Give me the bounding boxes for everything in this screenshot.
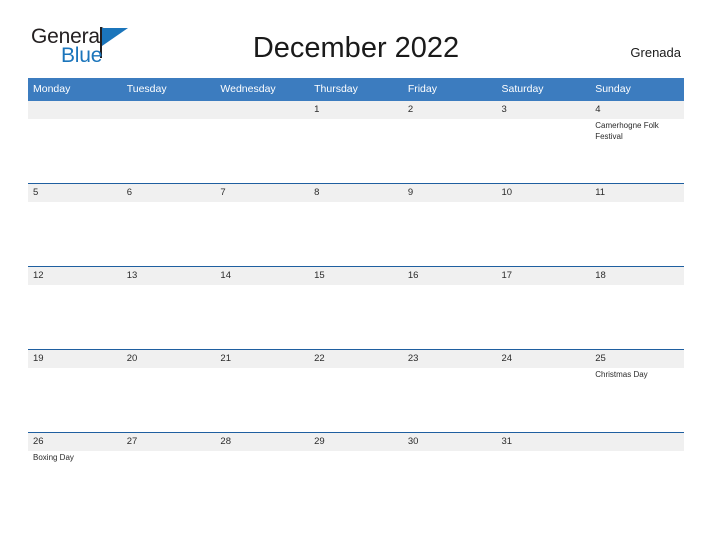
date-cell[interactable]: 13 <box>121 267 216 285</box>
event-cell[interactable] <box>402 119 497 183</box>
date-cell[interactable] <box>28 101 122 119</box>
day-header-thursday: Thursday <box>309 78 403 101</box>
event-cell[interactable] <box>309 368 403 432</box>
date-cell[interactable]: 19 <box>28 350 122 368</box>
date-cell[interactable]: 12 <box>28 267 122 285</box>
event-cell[interactable] <box>402 451 497 515</box>
week-3-date-row: 12 13 14 15 16 17 18 <box>28 267 684 285</box>
event-cell[interactable] <box>215 368 310 432</box>
event-cell[interactable] <box>121 451 216 515</box>
event-cell[interactable] <box>496 368 591 432</box>
event-cell[interactable] <box>121 202 216 266</box>
event-cell[interactable] <box>28 202 122 266</box>
date-cell[interactable]: 2 <box>402 101 497 119</box>
event-cell[interactable]: Christmas Day <box>590 368 684 432</box>
date-cell[interactable]: 1 <box>309 101 403 119</box>
date-cell[interactable]: 7 <box>215 184 310 202</box>
event-cell[interactable] <box>28 368 122 432</box>
date-cell[interactable]: 6 <box>121 184 216 202</box>
event-cell[interactable] <box>309 202 403 266</box>
event-cell[interactable] <box>496 451 591 515</box>
page-title: December 2022 <box>252 32 460 64</box>
event-cell[interactable] <box>402 285 497 349</box>
date-cell[interactable]: 5 <box>28 184 122 202</box>
week-4-event-row: Christmas Day <box>28 368 684 432</box>
date-cell[interactable]: 27 <box>121 433 216 451</box>
date-cell[interactable]: 9 <box>402 184 497 202</box>
date-cell[interactable]: 11 <box>590 184 684 202</box>
date-cell[interactable]: 20 <box>121 350 216 368</box>
date-cell[interactable]: 15 <box>309 267 403 285</box>
event-cell[interactable] <box>121 119 216 183</box>
date-cell[interactable]: 28 <box>215 433 310 451</box>
calendar-page: General Blue December 2022 Grenada Monda… <box>0 0 712 550</box>
event-cell[interactable] <box>402 368 497 432</box>
week-1-event-row: Camerhogne Folk Festival <box>28 119 684 183</box>
date-cell[interactable]: 30 <box>402 433 497 451</box>
event-cell[interactable] <box>590 202 684 266</box>
day-header-sunday: Sunday <box>590 78 684 101</box>
date-cell[interactable]: 23 <box>402 350 497 368</box>
date-cell[interactable]: 21 <box>215 350 310 368</box>
event-cell[interactable] <box>121 285 216 349</box>
day-header-saturday: Saturday <box>496 78 591 101</box>
date-cell[interactable]: 26 <box>28 433 122 451</box>
date-cell[interactable] <box>121 101 216 119</box>
event-cell[interactable] <box>309 285 403 349</box>
day-header-tuesday: Tuesday <box>121 78 216 101</box>
day-header-friday: Friday <box>402 78 497 101</box>
week-2-date-row: 5 6 7 8 9 10 11 <box>28 184 684 202</box>
event-cell[interactable] <box>215 202 310 266</box>
day-of-week-header-row: Monday Tuesday Wednesday Thursday Friday… <box>28 78 684 101</box>
date-cell[interactable]: 25 <box>590 350 684 368</box>
week-1-date-row: 1 2 3 4 <box>28 101 684 119</box>
date-cell[interactable]: 4 <box>590 101 684 119</box>
day-header-monday: Monday <box>28 78 122 101</box>
event-cell[interactable] <box>28 119 122 183</box>
date-cell[interactable]: 29 <box>309 433 403 451</box>
event-text: Christmas Day <box>595 370 648 379</box>
event-cell[interactable] <box>590 285 684 349</box>
week-3-event-row <box>28 285 684 349</box>
week-4-date-row: 19 20 21 22 23 24 25 <box>28 350 684 368</box>
date-cell[interactable] <box>590 433 684 451</box>
month-calendar: Monday Tuesday Wednesday Thursday Friday… <box>28 78 684 515</box>
event-cell[interactable] <box>121 368 216 432</box>
event-cell[interactable] <box>215 285 310 349</box>
event-cell[interactable] <box>590 451 684 515</box>
event-cell[interactable] <box>309 119 403 183</box>
event-cell[interactable] <box>496 285 591 349</box>
event-cell[interactable]: Boxing Day <box>28 451 122 515</box>
event-cell[interactable]: Camerhogne Folk Festival <box>590 119 684 183</box>
week-2-event-row <box>28 202 684 266</box>
date-cell[interactable]: 17 <box>496 267 591 285</box>
event-cell[interactable] <box>215 119 310 183</box>
event-cell[interactable] <box>28 285 122 349</box>
date-cell[interactable] <box>215 101 310 119</box>
event-cell[interactable] <box>496 119 591 183</box>
date-cell[interactable]: 31 <box>496 433 591 451</box>
event-cell[interactable] <box>215 451 310 515</box>
date-cell[interactable]: 22 <box>309 350 403 368</box>
week-5-date-row: 26 27 28 29 30 31 <box>28 433 684 451</box>
region-label: Grenada <box>630 45 681 60</box>
page-header: General Blue December 2022 Grenada <box>28 0 684 78</box>
day-header-wednesday: Wednesday <box>215 78 310 101</box>
date-cell[interactable]: 24 <box>496 350 591 368</box>
date-cell[interactable]: 10 <box>496 184 591 202</box>
event-cell[interactable] <box>402 202 497 266</box>
date-cell[interactable]: 14 <box>215 267 310 285</box>
event-cell[interactable] <box>309 451 403 515</box>
date-cell[interactable]: 3 <box>496 101 591 119</box>
date-cell[interactable]: 16 <box>402 267 497 285</box>
date-cell[interactable]: 18 <box>590 267 684 285</box>
event-text: Camerhogne Folk Festival <box>595 121 659 141</box>
date-cell[interactable]: 8 <box>309 184 403 202</box>
event-cell[interactable] <box>496 202 591 266</box>
week-5-event-row: Boxing Day <box>28 451 684 515</box>
event-text: Boxing Day <box>33 453 74 462</box>
